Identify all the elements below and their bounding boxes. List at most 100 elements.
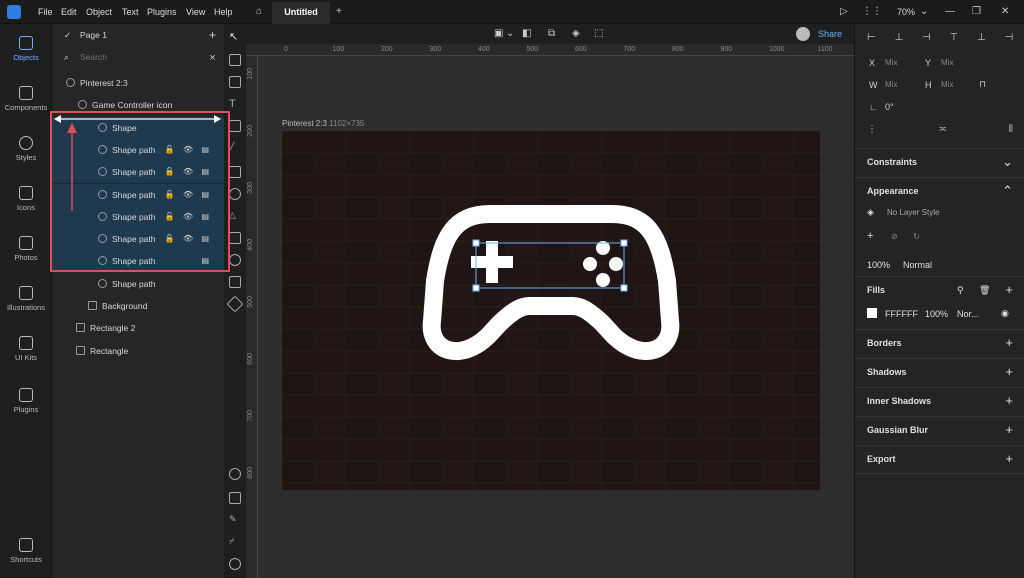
- menu-help[interactable]: Help: [214, 7, 233, 17]
- rail-photos[interactable]: Photos: [0, 236, 52, 262]
- rail-icons[interactable]: Icons: [0, 186, 52, 212]
- layer-row[interactable]: Rectangle 2: [52, 317, 224, 339]
- collapse-icon[interactable]: ⨯: [209, 46, 216, 68]
- add-export-icon[interactable]: +: [1005, 451, 1013, 466]
- select-tool-icon[interactable]: ↖: [229, 30, 241, 43]
- tidy-icon[interactable]: ⦀: [1009, 124, 1013, 135]
- inner-shadows-section[interactable]: Inner Shadows +: [855, 387, 1024, 416]
- lock-ratio-icon[interactable]: ⊓: [979, 79, 986, 90]
- minimize-icon[interactable]: —: [945, 6, 955, 18]
- fill-swatch[interactable]: [867, 308, 877, 318]
- symbol-tool-icon[interactable]: [226, 295, 244, 313]
- pencil-tool-icon[interactable]: ✎: [229, 514, 241, 526]
- boolean-icon[interactable]: ▣: [494, 28, 503, 40]
- mask-icon[interactable]: ◧: [522, 28, 531, 40]
- shadows-section[interactable]: Shadows +: [855, 358, 1024, 387]
- resize-icon[interactable]: ⬚: [594, 28, 603, 40]
- page-selector[interactable]: ✓ Page 1 +: [52, 24, 224, 46]
- fill-opacity-input[interactable]: 100%: [925, 309, 948, 319]
- tab-untitled[interactable]: Untitled: [272, 2, 330, 24]
- add-border-icon[interactable]: +: [1005, 335, 1013, 350]
- artboard-title[interactable]: Pinterest 2:3 1102×735: [282, 119, 364, 128]
- share-button[interactable]: Share: [818, 28, 842, 40]
- zoom-level[interactable]: 70%: [897, 7, 915, 17]
- chevron-down-icon[interactable]: ⌄: [1002, 154, 1013, 170]
- distribute-v-icon[interactable]: ≍: [939, 124, 947, 135]
- dpad-horizontal[interactable]: [471, 256, 513, 268]
- refresh-icon[interactable]: ↻: [913, 232, 920, 241]
- constraints-section[interactable]: Constraints ⌄: [855, 148, 1024, 177]
- layer-row[interactable]: Background: [52, 295, 224, 317]
- opacity-value[interactable]: 100%: [867, 260, 890, 270]
- rail-objects[interactable]: Objects: [0, 36, 52, 62]
- h-value[interactable]: Mix: [941, 80, 953, 89]
- menu-plugins[interactable]: Plugins: [147, 7, 177, 17]
- rail-uikits[interactable]: UI Kits: [0, 336, 52, 362]
- avatar[interactable]: [796, 27, 810, 41]
- crop-icon[interactable]: ⧉: [548, 28, 555, 40]
- add-page-icon[interactable]: +: [209, 24, 216, 46]
- add-tab-icon[interactable]: +: [336, 6, 342, 18]
- close-icon[interactable]: ✕: [1001, 6, 1009, 18]
- home-icon[interactable]: ⌂: [256, 6, 262, 18]
- comment-tool-icon[interactable]: [229, 468, 241, 480]
- play-icon[interactable]: ▷: [840, 6, 848, 18]
- distribute-icons[interactable]: ⋮ ≍ ⦀: [867, 124, 1013, 135]
- trash-icon[interactable]: 🗑: [979, 285, 990, 296]
- text-tool-icon[interactable]: T: [229, 98, 241, 110]
- fill-options-icon[interactable]: ⚲: [957, 285, 964, 296]
- eye-icon[interactable]: ◉: [1001, 308, 1009, 319]
- menu-file[interactable]: File: [38, 7, 53, 17]
- distribute-h-icon[interactable]: ⋮: [867, 124, 877, 135]
- add-inner-shadow-icon[interactable]: +: [1005, 393, 1013, 408]
- export-section[interactable]: Export +: [855, 445, 1024, 474]
- create-component-icon[interactable]: ◈: [572, 28, 580, 40]
- eyedropper-tool-icon[interactable]: ⌿: [229, 536, 241, 548]
- maximize-icon[interactable]: ❐: [972, 6, 981, 18]
- button-left[interactable]: [583, 257, 597, 271]
- rotation-value[interactable]: 0°: [885, 102, 894, 112]
- pen-tool-icon[interactable]: [229, 120, 241, 132]
- layer-style-select[interactable]: No Layer Style: [887, 208, 939, 217]
- rail-shortcuts[interactable]: Shortcuts: [0, 538, 52, 564]
- rail-components[interactable]: Components: [0, 86, 52, 112]
- rectangle-tool-icon[interactable]: [229, 166, 241, 178]
- layer-row[interactable]: Pinterest 2:3: [52, 72, 224, 94]
- app-logo-icon[interactable]: [7, 5, 21, 19]
- image-tool-icon[interactable]: [229, 76, 241, 88]
- component-tool-icon[interactable]: [229, 276, 241, 288]
- layer-row[interactable]: Rectangle: [52, 340, 224, 362]
- add-shadow-icon[interactable]: +: [1005, 364, 1013, 379]
- add-style-icon[interactable]: +: [867, 230, 873, 242]
- fill-blend-select[interactable]: Nor...: [957, 309, 979, 319]
- fill-hex-input[interactable]: FFFFFF: [885, 309, 918, 319]
- button-right[interactable]: [609, 257, 623, 271]
- menu-object[interactable]: Object: [86, 7, 112, 17]
- menu-view[interactable]: View: [186, 7, 205, 17]
- zoom-tool-icon[interactable]: [229, 558, 241, 570]
- detach-icon[interactable]: ⊘: [891, 232, 898, 241]
- line-tool-icon[interactable]: ╱: [229, 142, 241, 154]
- artboard-tool-icon[interactable]: [229, 54, 241, 66]
- blend-mode-select[interactable]: Normal: [903, 260, 932, 270]
- gaussian-blur-section[interactable]: Gaussian Blur +: [855, 416, 1024, 445]
- align-icons[interactable]: ⊢ ⊥ ⊣ ⊤ ⊥ ⊣: [867, 32, 1021, 43]
- add-fill-icon[interactable]: +: [1005, 282, 1013, 297]
- icon-tool-icon[interactable]: [229, 232, 241, 244]
- rail-styles[interactable]: Styles: [0, 136, 52, 162]
- rail-illustrations[interactable]: Illustrations: [0, 286, 52, 312]
- button-bottom[interactable]: [596, 273, 610, 287]
- y-value[interactable]: Mix: [941, 58, 953, 67]
- w-value[interactable]: Mix: [885, 80, 897, 89]
- prototype-tool-icon[interactable]: [229, 492, 241, 504]
- boolean-chevron-icon[interactable]: ⌄: [506, 28, 514, 40]
- artboard[interactable]: [282, 131, 820, 490]
- search-input[interactable]: [80, 51, 190, 63]
- menu-edit[interactable]: Edit: [61, 7, 77, 17]
- triangle-tool-icon[interactable]: △: [229, 210, 241, 222]
- chevron-up-icon[interactable]: ⌃: [1002, 183, 1013, 199]
- borders-section[interactable]: Borders +: [855, 329, 1024, 358]
- avatar-tool-icon[interactable]: [229, 254, 241, 266]
- ellipse-tool-icon[interactable]: [229, 188, 241, 200]
- layer-row[interactable]: Shape path: [52, 273, 224, 295]
